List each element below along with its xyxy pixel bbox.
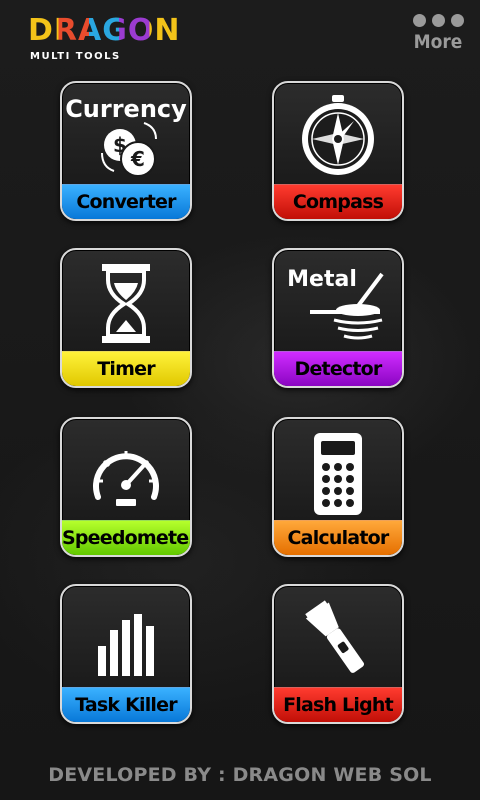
tile-label: Timer xyxy=(62,351,190,386)
tile-detector[interactable]: Metal Detector xyxy=(272,248,404,388)
tile-label: Flash Light xyxy=(274,687,402,722)
flashlight-icon xyxy=(274,586,402,690)
logo-wordmark: DRAGON xyxy=(28,13,181,48)
logo-subtitle: MULTI TOOLS xyxy=(30,51,121,62)
bars-icon xyxy=(62,586,190,690)
hourglass-icon xyxy=(62,250,190,354)
more-button[interactable]: More xyxy=(408,10,468,64)
currency-icon-text: Currency xyxy=(65,95,187,123)
tile-compass[interactable]: Compass xyxy=(272,81,404,221)
tile-label: Task Killer xyxy=(62,687,190,722)
tile-label: Calculator xyxy=(274,520,402,555)
metal-detector-icon: Metal xyxy=(274,250,402,354)
tile-label: Speedometer xyxy=(62,520,190,555)
compass-icon xyxy=(274,83,402,187)
tile-label: Detector xyxy=(274,351,402,386)
tile-task-killer[interactable]: Task Killer xyxy=(60,584,192,724)
svg-text:€: € xyxy=(130,147,145,171)
app-logo: DRAGON MULTI TOOLS xyxy=(28,14,188,66)
tile-calculator[interactable]: Calculator xyxy=(272,417,404,557)
developer-credit: DEVELOPED BY : DRAGON WEB SOL xyxy=(48,764,432,786)
more-label: More xyxy=(413,31,463,53)
calculator-icon xyxy=(274,419,402,523)
detector-icon-text: Metal xyxy=(287,267,357,292)
tile-converter[interactable]: Currency $ € Converter xyxy=(60,81,192,221)
tile-label: Compass xyxy=(274,184,402,219)
dots-icon xyxy=(408,14,468,27)
tile-timer[interactable]: Timer xyxy=(60,248,192,388)
tile-label: Converter xyxy=(62,184,190,219)
tile-flash-light[interactable]: Flash Light xyxy=(272,584,404,724)
speedometer-icon xyxy=(62,419,190,523)
tile-speedometer[interactable]: Speedometer xyxy=(60,417,192,557)
currency-icon: Currency $ € xyxy=(62,83,190,187)
